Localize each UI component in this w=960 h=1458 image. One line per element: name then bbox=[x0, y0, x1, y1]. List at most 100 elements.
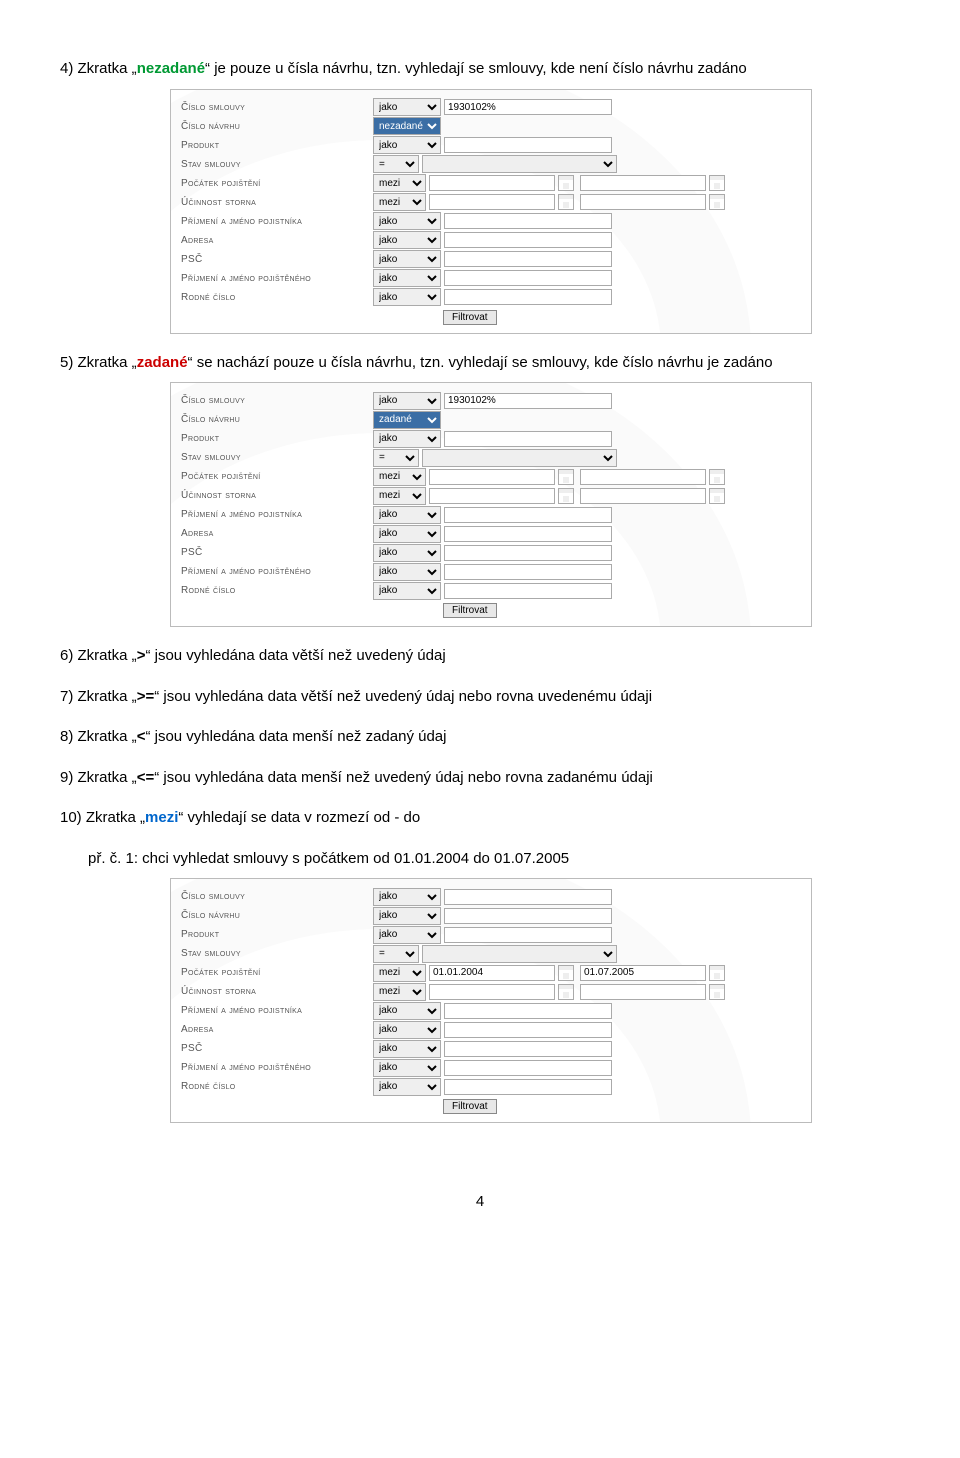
value-input[interactable] bbox=[444, 213, 612, 229]
paragraph-6: 6) Zkratka „>“ jsou vyhledána data větší… bbox=[60, 645, 900, 668]
calendar-icon[interactable] bbox=[709, 175, 725, 191]
operator-select[interactable]: jako bbox=[373, 888, 441, 906]
value-select[interactable] bbox=[422, 945, 617, 963]
value-input[interactable] bbox=[444, 137, 612, 153]
date-to-input[interactable] bbox=[580, 469, 706, 485]
calendar-icon[interactable] bbox=[558, 469, 574, 485]
operator-select[interactable]: jako bbox=[373, 269, 441, 287]
field-label: Příjmení a jméno pojistníka bbox=[181, 1005, 373, 1016]
calendar-icon[interactable] bbox=[558, 984, 574, 1000]
operator-select[interactable]: = bbox=[373, 155, 419, 173]
date-from-input[interactable] bbox=[429, 175, 555, 191]
filter-button[interactable]: Filtrovat bbox=[443, 603, 497, 618]
calendar-icon[interactable] bbox=[558, 194, 574, 210]
date-to-input[interactable] bbox=[580, 488, 706, 504]
value-input[interactable] bbox=[444, 545, 612, 561]
operator-select[interactable]: mezi bbox=[373, 468, 426, 486]
operator-select[interactable]: jako bbox=[373, 506, 441, 524]
value-input[interactable] bbox=[444, 908, 612, 924]
operator-select[interactable]: jako bbox=[373, 1021, 441, 1039]
operator-select[interactable]: nezadané bbox=[373, 117, 441, 135]
calendar-icon[interactable] bbox=[558, 488, 574, 504]
operator-select[interactable]: mezi bbox=[373, 983, 426, 1001]
date-from-input[interactable] bbox=[429, 965, 555, 981]
calendar-icon[interactable] bbox=[709, 965, 725, 981]
calendar-icon[interactable] bbox=[558, 965, 574, 981]
field-label: Produkt bbox=[181, 929, 373, 940]
value-input[interactable] bbox=[444, 1060, 612, 1076]
row-rc: Rodné číslo jako bbox=[181, 288, 801, 307]
value-input[interactable] bbox=[444, 927, 612, 943]
calendar-icon[interactable] bbox=[558, 175, 574, 191]
operator-select[interactable]: jako bbox=[373, 98, 441, 116]
value-input[interactable] bbox=[444, 1079, 612, 1095]
date-to-input[interactable] bbox=[580, 965, 706, 981]
operator-select[interactable]: jako bbox=[373, 1002, 441, 1020]
operator-select[interactable]: jako bbox=[373, 525, 441, 543]
row-cislo-navrhu: Číslo návrhu jako bbox=[181, 906, 801, 925]
filter-panel-2: Číslo smlouvy jako Číslo návrhu zadané P… bbox=[170, 382, 812, 627]
date-from-input[interactable] bbox=[429, 984, 555, 1000]
operator-select[interactable]: mezi bbox=[373, 174, 426, 192]
value-input[interactable] bbox=[444, 583, 612, 599]
value-input[interactable] bbox=[444, 1041, 612, 1057]
value-input[interactable] bbox=[444, 251, 612, 267]
operator-select[interactable]: jako bbox=[373, 563, 441, 581]
operator-select[interactable]: jako bbox=[373, 582, 441, 600]
value-input[interactable] bbox=[444, 99, 612, 115]
value-input[interactable] bbox=[444, 1022, 612, 1038]
value-input[interactable] bbox=[444, 289, 612, 305]
calendar-icon[interactable] bbox=[709, 488, 725, 504]
calendar-icon[interactable] bbox=[709, 469, 725, 485]
row-pojisteny: Příjmení a jméno pojištěného jako bbox=[181, 269, 801, 288]
filter-button[interactable]: Filtrovat bbox=[443, 310, 497, 325]
value-input[interactable] bbox=[444, 232, 612, 248]
row-storno: Účinnost storna mezi bbox=[181, 486, 801, 505]
operator-select[interactable]: jako bbox=[373, 212, 441, 230]
operator-select[interactable]: jako bbox=[373, 136, 441, 154]
calendar-icon[interactable] bbox=[709, 984, 725, 1000]
operator-select[interactable]: mezi bbox=[373, 487, 426, 505]
row-pojisteny: Příjmení a jméno pojištěného jako bbox=[181, 562, 801, 581]
date-from-input[interactable] bbox=[429, 194, 555, 210]
value-input[interactable] bbox=[444, 889, 612, 905]
value-input[interactable] bbox=[444, 507, 612, 523]
operator-select[interactable]: jako bbox=[373, 1040, 441, 1058]
operator-select[interactable]: jako bbox=[373, 907, 441, 925]
value-select[interactable] bbox=[422, 155, 617, 173]
text: “ vyhledají se data v rozmezí od - do bbox=[178, 809, 420, 826]
operator-select[interactable]: zadané bbox=[373, 411, 441, 429]
value-input[interactable] bbox=[444, 564, 612, 580]
date-to-input[interactable] bbox=[580, 175, 706, 191]
operator-select[interactable]: jako bbox=[373, 1078, 441, 1096]
operator-select[interactable]: jako bbox=[373, 231, 441, 249]
operator-select[interactable]: mezi bbox=[373, 964, 426, 982]
value-input[interactable] bbox=[444, 431, 612, 447]
operator-select[interactable]: jako bbox=[373, 430, 441, 448]
row-cislo-smlouvy: Číslo smlouvy jako bbox=[181, 98, 801, 117]
date-to-input[interactable] bbox=[580, 984, 706, 1000]
date-from-input[interactable] bbox=[429, 469, 555, 485]
operator-select[interactable]: jako bbox=[373, 544, 441, 562]
text: “ se nachází pouze u čísla návrhu, tzn. … bbox=[188, 354, 773, 371]
operator-select[interactable]: mezi bbox=[373, 193, 426, 211]
operator-select[interactable]: jako bbox=[373, 250, 441, 268]
value-input[interactable] bbox=[444, 526, 612, 542]
text: “ jsou vyhledána data menší než zadaný ú… bbox=[145, 728, 446, 745]
value-input[interactable] bbox=[444, 393, 612, 409]
value-select[interactable] bbox=[422, 449, 617, 467]
date-to-input[interactable] bbox=[580, 194, 706, 210]
date-from-input[interactable] bbox=[429, 488, 555, 504]
operator-select[interactable]: jako bbox=[373, 392, 441, 410]
operator-select[interactable]: jako bbox=[373, 926, 441, 944]
filter-button[interactable]: Filtrovat bbox=[443, 1099, 497, 1114]
operator-select[interactable]: = bbox=[373, 449, 419, 467]
operator-select[interactable]: = bbox=[373, 945, 419, 963]
field-label: Příjmení a jméno pojistníka bbox=[181, 509, 373, 520]
operator-select[interactable]: jako bbox=[373, 1059, 441, 1077]
calendar-icon[interactable] bbox=[709, 194, 725, 210]
value-input[interactable] bbox=[444, 1003, 612, 1019]
operator-select[interactable]: jako bbox=[373, 288, 441, 306]
value-input[interactable] bbox=[444, 270, 612, 286]
field-label: Příjmení a jméno pojištěného bbox=[181, 1062, 373, 1073]
